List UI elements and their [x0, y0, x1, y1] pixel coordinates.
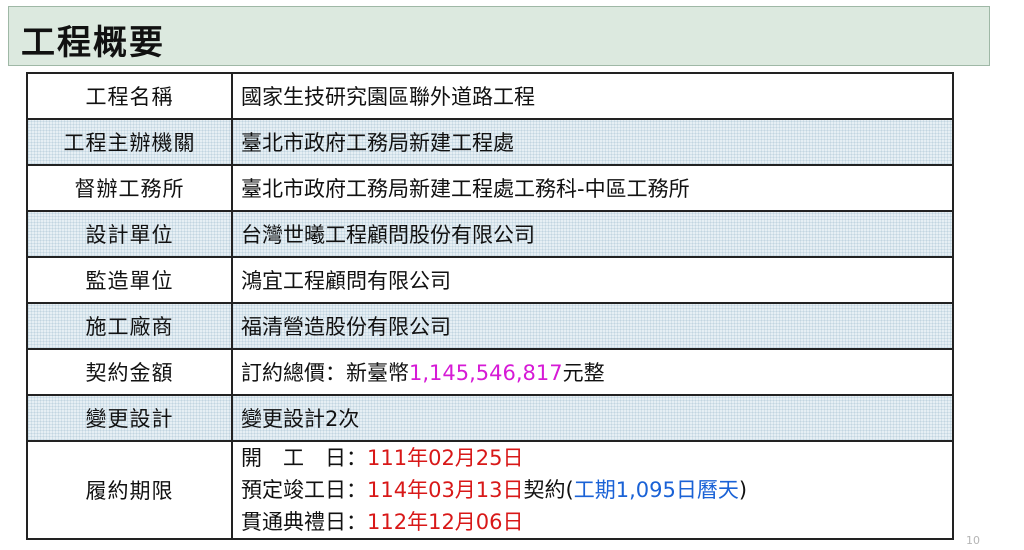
row-label: 設計單位: [26, 210, 233, 258]
amount-suffix: 元整: [562, 361, 605, 385]
table-row: 契約金額 訂約總價：新臺幣1,145,546,817元整: [26, 348, 954, 396]
table-row: 督辦工務所 臺北市政府工務局新建工程處工務科-中區工務所: [26, 164, 954, 212]
through-date-line: 貫通典禮日：112年12月06日: [241, 506, 944, 538]
row-value: 變更設計2次: [231, 394, 954, 442]
contract-amount-cell: 訂約總價：新臺幣1,145,546,817元整: [231, 348, 954, 396]
table-row: 監造單位 鴻宜工程顧問有限公司: [26, 256, 954, 304]
schedule-cell: 開 工 日：111年02月25日 預定竣工日：114年03月13日契約(工期1,…: [231, 440, 954, 540]
row-value: 臺北市政府工務局新建工程處工務科-中區工務所: [231, 164, 954, 212]
row-value: 鴻宜工程顧問有限公司: [231, 256, 954, 304]
row-label: 督辦工務所: [26, 164, 233, 212]
table-row: 工程名稱 國家生技研究園區聯外道路工程: [26, 72, 954, 120]
close-paren: ): [738, 478, 748, 502]
overview-table: 工程名稱 國家生技研究園區聯外道路工程 工程主辦機關 臺北市政府工務局新建工程處…: [26, 72, 954, 540]
through-label: 貫通典禮日：: [241, 510, 367, 534]
row-value: 臺北市政府工務局新建工程處: [231, 118, 954, 166]
planned-label: 預定竣工日：: [241, 478, 367, 502]
page-number: 10: [966, 534, 980, 547]
duration: 工期1,095日曆天: [573, 478, 739, 502]
row-label: 監造單位: [26, 256, 233, 304]
row-value: 台灣世曦工程顧問股份有限公司: [231, 210, 954, 258]
table-row: 設計單位 台灣世曦工程顧問股份有限公司: [26, 210, 954, 258]
row-label: 變更設計: [26, 394, 233, 442]
row-label: 施工廠商: [26, 302, 233, 350]
contract-text: 契約(: [523, 478, 574, 502]
row-value: 國家生技研究園區聯外道路工程: [231, 72, 954, 120]
planned-date: 114年03月13日: [367, 478, 524, 502]
row-label: 契約金額: [26, 348, 233, 396]
amount-prefix: 訂約總價：新臺幣: [241, 361, 409, 385]
start-label: 開 工 日：: [241, 446, 367, 470]
through-date: 112年12月06日: [367, 510, 524, 534]
row-label: 履約期限: [26, 440, 233, 540]
start-date-line: 開 工 日：111年02月25日: [241, 442, 944, 474]
table-row: 工程主辦機關 臺北市政府工務局新建工程處: [26, 118, 954, 166]
table-row: 履約期限 開 工 日：111年02月25日 預定竣工日：114年03月13日契約…: [26, 440, 954, 540]
row-label: 工程主辦機關: [26, 118, 233, 166]
row-label: 工程名稱: [26, 72, 233, 120]
row-value: 福清營造股份有限公司: [231, 302, 954, 350]
contract-amount: 1,145,546,817: [409, 361, 563, 385]
planned-date-line: 預定竣工日：114年03月13日契約(工期1,095日曆天): [241, 474, 944, 506]
table-row: 變更設計 變更設計2次: [26, 394, 954, 442]
start-date: 111年02月25日: [367, 446, 524, 470]
page-title: 工程概要: [21, 23, 165, 63]
title-bar: 工程概要: [8, 6, 990, 66]
table-row: 施工廠商 福清營造股份有限公司: [26, 302, 954, 350]
